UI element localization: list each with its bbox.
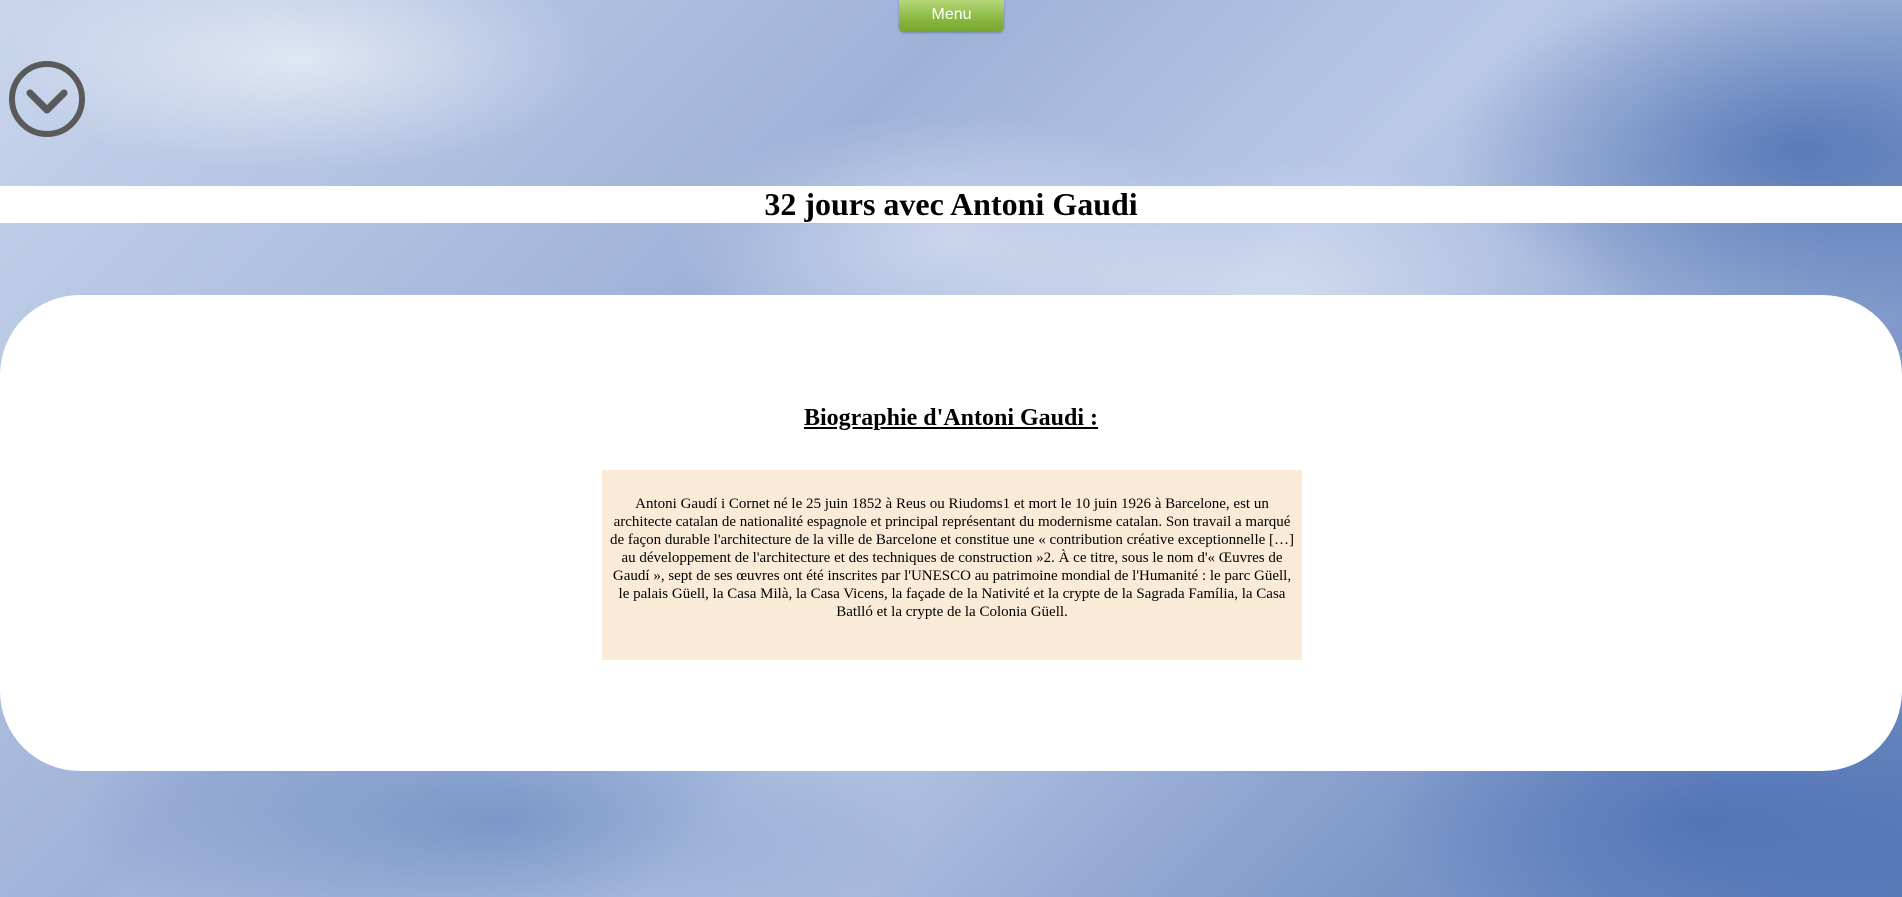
chevron-down-circle-icon[interactable] [8,60,86,138]
biography-heading: Biographie d'Antoni Gaudi : [803,405,1099,431]
content-panel: Biographie d'Antoni Gaudi : Antoni Gaudí… [0,295,1902,771]
biography-text: Antoni Gaudí i Cornet né le 25 juin 1852… [602,470,1302,660]
title-bar: 32 jours avec Antoni Gaudi [0,186,1902,223]
menu-button[interactable]: Menu [899,0,1004,32]
page-title: 32 jours avec Antoni Gaudi [764,186,1138,222]
